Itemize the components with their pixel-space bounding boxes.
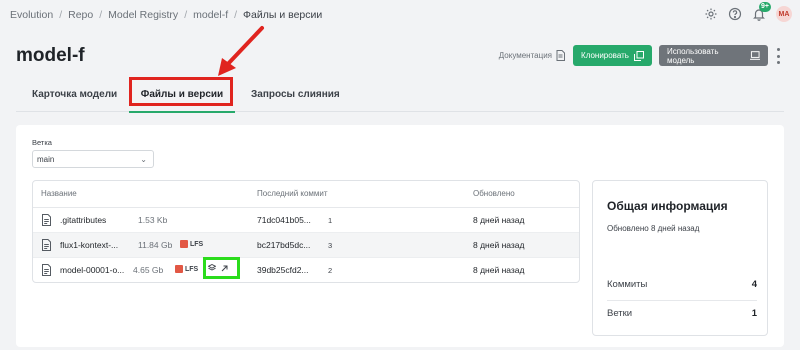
branch-label: Ветка xyxy=(32,138,52,147)
highlight-box-tab xyxy=(129,77,233,106)
file-size: 4.65 Gb xyxy=(133,265,164,275)
highlight-box-actions xyxy=(203,257,240,279)
breadcrumb-repo[interactable]: Repo xyxy=(68,9,93,21)
info-title: Общая информация xyxy=(607,199,728,213)
lfs-label: LFS xyxy=(185,265,199,273)
notifications-badge: 9+ xyxy=(759,2,771,12)
commit-count: 3 xyxy=(328,241,333,250)
breadcrumb-separator: / xyxy=(99,9,103,21)
updated-time: 8 дней назад xyxy=(473,240,525,250)
annotation-arrow-icon xyxy=(218,26,264,76)
copy-icon xyxy=(633,50,644,61)
lfs-badge: LFS xyxy=(175,265,198,273)
commit-hash[interactable]: 71dc041b05... xyxy=(257,215,311,225)
table-header: Название Последний коммит Обновлено xyxy=(33,181,579,208)
use-model-button[interactable]: Использовать модель xyxy=(659,45,768,66)
lfs-icon xyxy=(175,265,183,273)
stat-commits-value: 4 xyxy=(751,279,757,290)
docs-label: Документация xyxy=(498,51,552,60)
lfs-label: LFS xyxy=(190,240,204,248)
notifications-bell-icon[interactable]: 9+ xyxy=(752,2,771,21)
stat-branches-value: 1 xyxy=(751,308,757,319)
info-panel: Общая информация Обновлено 8 дней назад … xyxy=(592,180,768,336)
updated-time: 8 дней назад xyxy=(473,265,525,275)
breadcrumb-separator: / xyxy=(234,9,238,21)
file-name[interactable]: model-00001-o... xyxy=(60,265,124,275)
docs-link[interactable]: Документация xyxy=(499,50,565,61)
avatar[interactable]: МА xyxy=(776,6,792,22)
commit-hash[interactable]: bc217bd5dc... xyxy=(257,240,310,250)
lfs-icon xyxy=(180,240,188,248)
commit-count: 1 xyxy=(328,216,333,225)
column-last-commit: Последний коммит xyxy=(257,189,328,198)
breadcrumb-model[interactable]: model-f xyxy=(193,9,228,21)
lfs-badge: LFS xyxy=(180,240,203,248)
stat-commits-label: Коммиты xyxy=(607,279,648,290)
chevron-down-icon: ⌄ xyxy=(140,155,147,164)
file-icon xyxy=(42,264,51,276)
settings-icon[interactable] xyxy=(704,7,718,21)
stat-branches-label: Ветки xyxy=(607,308,633,319)
clone-button[interactable]: Клонировать xyxy=(573,45,652,66)
more-options-icon[interactable] xyxy=(776,48,780,64)
tab-model-card[interactable]: Карточка модели xyxy=(32,78,117,111)
page-title: model-f xyxy=(16,45,85,66)
breadcrumb-model-registry[interactable]: Model Registry xyxy=(108,9,178,21)
table-row[interactable]: model-00001-o... 4.65 Gb LFS 39db25cfd2.… xyxy=(33,258,579,282)
branch-value: main xyxy=(37,154,55,164)
column-name: Название xyxy=(41,189,77,198)
files-card: Ветка main ⌄ Название Последний коммит О… xyxy=(16,125,784,347)
tab-merge-requests[interactable]: Запросы слияния xyxy=(251,78,340,111)
updated-time: 8 дней назад xyxy=(473,215,525,225)
stat-branches: Ветки 1 xyxy=(607,308,757,330)
file-size: 1.53 Kb xyxy=(138,215,168,225)
stat-commits: Коммиты 4 xyxy=(607,279,757,301)
file-icon xyxy=(42,214,51,226)
top-bar: Evolution / Repo / Model Registry / mode… xyxy=(0,0,800,30)
document-icon xyxy=(556,50,565,61)
laptop-icon xyxy=(749,51,760,60)
help-icon[interactable] xyxy=(728,7,742,21)
commit-count: 2 xyxy=(328,266,333,275)
table-row[interactable]: flux1-kontext-... 11.84 Gb LFS bc217bd5d… xyxy=(33,233,579,258)
commit-hash[interactable]: 39db25cfd2... xyxy=(257,265,309,275)
header-actions: Документация Клонировать Использовать мо… xyxy=(499,45,768,66)
branch-select[interactable]: main ⌄ xyxy=(32,150,154,168)
files-table: Название Последний коммит Обновлено .git… xyxy=(32,180,580,283)
file-icon xyxy=(42,239,51,251)
file-name[interactable]: flux1-kontext-... xyxy=(60,240,118,250)
file-name[interactable]: .gitattributes xyxy=(60,215,106,225)
clone-button-label: Клонировать xyxy=(581,51,629,60)
file-size: 11.84 Gb xyxy=(138,240,173,250)
column-updated: Обновлено xyxy=(473,189,515,198)
table-row[interactable]: .gitattributes 1.53 Kb 71dc041b05... 1 8… xyxy=(33,208,579,233)
breadcrumb-separator: / xyxy=(184,9,188,21)
info-updated: Обновлено 8 дней назад xyxy=(607,224,700,233)
use-model-button-label: Использовать модель xyxy=(667,46,719,65)
top-icons: 9+ МА xyxy=(704,2,792,22)
breadcrumb-evolution[interactable]: Evolution xyxy=(10,9,53,21)
breadcrumb-current: Файлы и версии xyxy=(243,9,323,21)
breadcrumb-separator: / xyxy=(59,9,63,21)
